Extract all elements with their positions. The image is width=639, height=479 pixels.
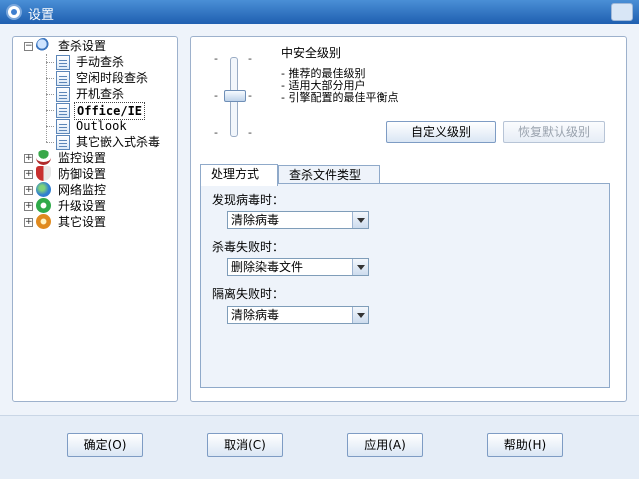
slider-tick-mark: - (214, 126, 218, 139)
tree-connector (46, 94, 54, 95)
page-icon (56, 87, 70, 102)
tree-label: 其它设置 (58, 215, 107, 229)
tree-connector (46, 126, 54, 127)
tab-handling[interactable]: 处理方式 (200, 164, 278, 186)
chevron-down-icon[interactable] (352, 212, 368, 228)
expand-icon[interactable]: + (24, 154, 33, 163)
globe-icon (36, 182, 51, 197)
tab-scan-file-types[interactable]: 查杀文件类型 (278, 165, 380, 185)
expand-icon[interactable]: + (24, 170, 33, 179)
collapse-icon[interactable]: − (24, 42, 33, 51)
found-virus-select[interactable]: 清除病毒 (227, 211, 369, 229)
tree-item-scan-settings[interactable]: − 查杀设置 (22, 38, 172, 54)
restore-default-button[interactable]: 恢复默认级别 (503, 121, 605, 143)
expand-icon[interactable]: + (24, 202, 33, 211)
tree-label: 监控设置 (58, 151, 107, 165)
close-button[interactable] (611, 3, 633, 21)
window-title: 设置 (28, 8, 55, 23)
tree-label: 其它嵌入式杀毒 (76, 135, 161, 149)
slider-thumb[interactable] (224, 90, 246, 102)
expand-icon[interactable]: + (24, 186, 33, 195)
tree-label: 网络监控 (58, 183, 107, 197)
tree-label: 防御设置 (58, 167, 107, 181)
tree-connector (46, 142, 54, 143)
select-value: 删除染毒文件 (231, 260, 304, 274)
update-icon (36, 198, 51, 213)
page-icon (56, 55, 70, 70)
expand-icon[interactable]: + (24, 218, 33, 227)
slider-tick-mark: - (248, 126, 252, 139)
tree-guide-line (46, 54, 47, 142)
page-icon (56, 103, 70, 118)
gear-icon (36, 214, 51, 229)
tree-connector (46, 62, 54, 63)
security-level-title: 中安全级别 (281, 46, 342, 60)
quarantine-failed-label: 隔离失败时： (212, 287, 285, 301)
slider-tick-mark: - (214, 89, 218, 102)
page-icon (56, 135, 70, 150)
cancel-button[interactable]: 取消(C) (207, 433, 283, 457)
magnifier-bug-icon (36, 38, 51, 53)
tree-label: 手动查杀 (76, 55, 125, 69)
select-value: 清除病毒 (231, 213, 280, 227)
found-virus-label: 发现病毒时： (212, 193, 285, 207)
tree-label: 升级设置 (58, 199, 107, 213)
tree-connector (46, 78, 54, 79)
tree-label: 开机查杀 (76, 87, 125, 101)
tree-connector (46, 110, 54, 111)
slider-tick-mark: - (248, 52, 252, 65)
umbrella-icon (36, 150, 51, 165)
kill-failed-select[interactable]: 删除染毒文件 (227, 258, 369, 276)
custom-level-button[interactable]: 自定义级别 (386, 121, 496, 143)
apply-button[interactable]: 应用(A) (347, 433, 423, 457)
ok-button[interactable]: 确定(O) (67, 433, 143, 457)
help-button[interactable]: 帮助(H) (487, 433, 563, 457)
chevron-down-icon[interactable] (352, 259, 368, 275)
page-icon (56, 119, 70, 134)
tree-label: Outlook (76, 119, 127, 133)
quarantine-failed-select[interactable]: 清除病毒 (227, 306, 369, 324)
page-icon (56, 71, 70, 86)
title-bar: 设置 (0, 0, 639, 24)
select-value: 清除病毒 (231, 308, 280, 322)
shield-icon (36, 166, 51, 181)
tree-label: 空闲时段查杀 (76, 71, 149, 85)
kill-failed-label: 杀毒失败时： (212, 240, 285, 254)
slider-tick-mark: - (214, 52, 218, 65)
description-line: - 引擎配置的最佳平衡点 (281, 91, 399, 104)
security-level-description: - 推荐的最佳级别 - 适用大部分用户 - 引擎配置的最佳平衡点 (281, 68, 398, 104)
slider-tick-mark: - (248, 89, 252, 102)
app-icon (6, 4, 22, 20)
tree-label: 查杀设置 (58, 39, 107, 53)
chevron-down-icon[interactable] (352, 307, 368, 323)
